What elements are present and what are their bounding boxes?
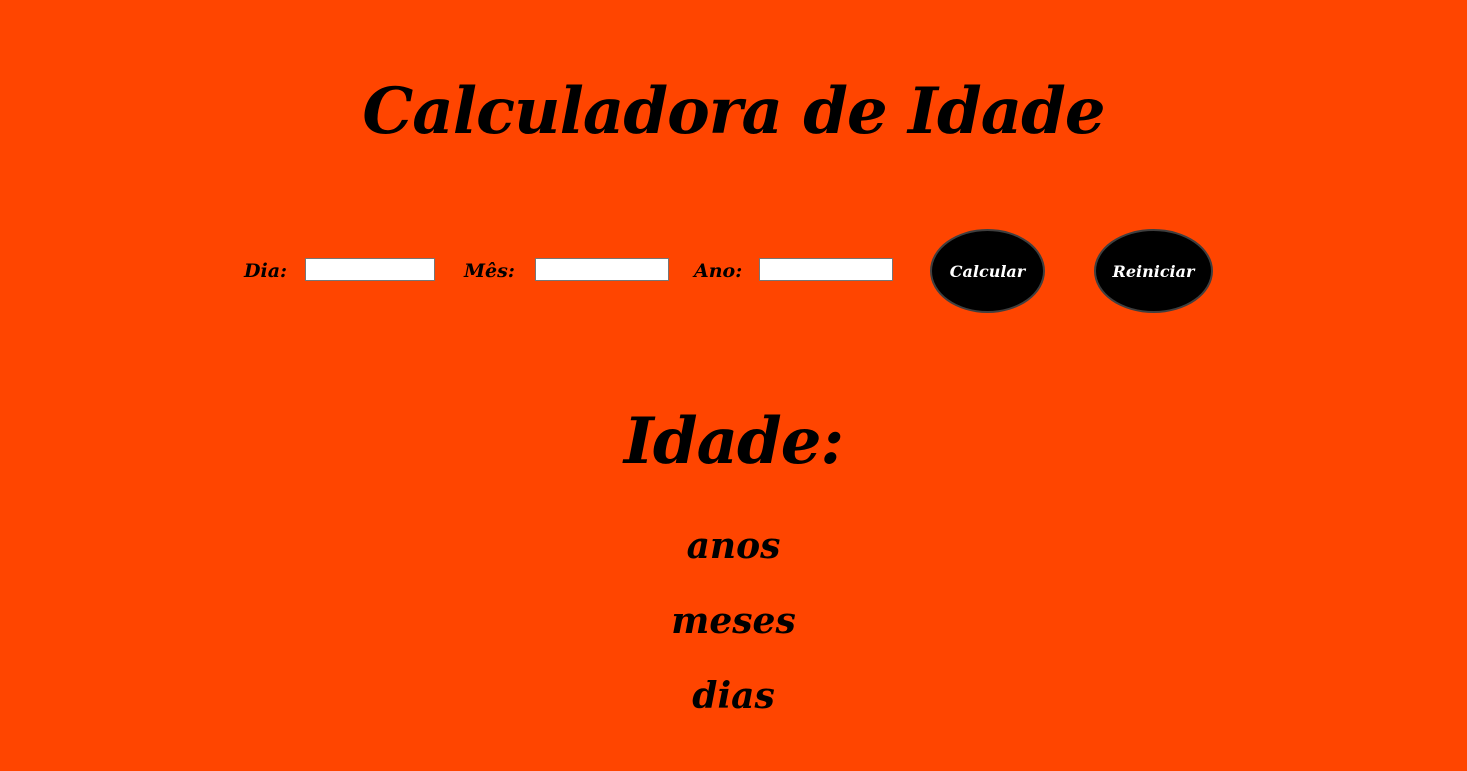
date-input-form: Dia: Mês: Ano: Calcular Reiniciar [0, 228, 1467, 314]
month-label: Mês: [464, 260, 515, 282]
reset-button[interactable]: Reiniciar [1094, 229, 1213, 313]
day-label: Dia: [244, 260, 288, 282]
result-months: meses [671, 600, 796, 642]
page-title: Calculadora de Idade [362, 74, 1105, 149]
result-heading: Idade: [623, 404, 844, 479]
year-input[interactable] [759, 258, 893, 281]
month-input[interactable] [535, 258, 669, 281]
result-years: anos [686, 525, 781, 567]
calculate-button[interactable]: Calcular [930, 229, 1045, 313]
result-days: dias [692, 675, 775, 717]
day-input[interactable] [305, 258, 435, 281]
year-label: Ano: [694, 260, 743, 282]
